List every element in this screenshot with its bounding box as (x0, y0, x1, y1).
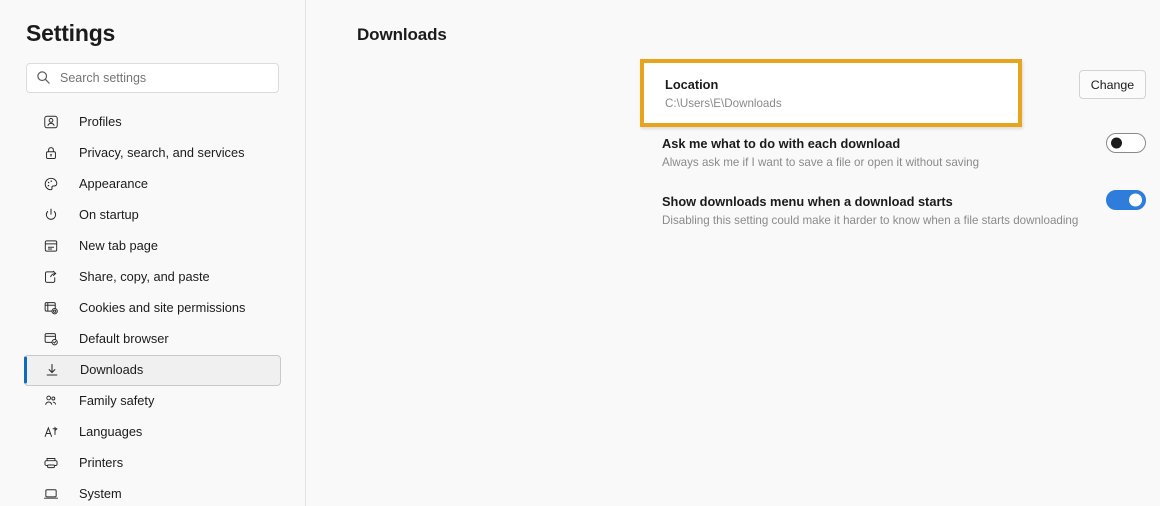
sidebar-item-label: Cookies and site permissions (79, 299, 246, 315)
search-icon (35, 70, 51, 86)
toggle-knob (1111, 137, 1122, 149)
palette-icon (42, 176, 59, 193)
sidebar-item-system[interactable]: System (24, 479, 281, 506)
location-title: Location (665, 77, 719, 92)
family-people-icon (42, 393, 59, 410)
sidebar-item-label: Default browser (79, 330, 169, 346)
sidebar-item-label: Family safety (79, 392, 155, 408)
sidebar-item-label: Printers (79, 454, 124, 470)
sidebar-item-label: On startup (79, 206, 139, 222)
settings-nav: Profiles Privacy, search, and services A… (0, 107, 305, 506)
ask-each-download-texts: Ask me what to do with each download Alw… (662, 135, 979, 171)
laptop-icon (42, 486, 59, 503)
page-heading-settings: Settings (26, 20, 116, 46)
sidebar-item-family-safety[interactable]: Family safety (24, 386, 281, 417)
lock-icon (42, 145, 59, 162)
download-location-row[interactable]: Location C:\Users\E\Downloads (644, 63, 1018, 123)
sidebar-item-share-copy-paste[interactable]: Share, copy, and paste (24, 262, 281, 293)
sidebar-item-downloads[interactable]: Downloads (24, 354, 281, 386)
sidebar-item-label: Languages (79, 423, 143, 439)
show-downloads-menu-description: Disabling this setting could make it har… (662, 214, 1079, 228)
settings-window: Settings Profiles (0, 0, 1160, 506)
sidebar-item-label: New tab page (79, 237, 158, 253)
page-title: Downloads (357, 25, 447, 44)
ask-each-download-row: Ask me what to do with each download Alw… (662, 135, 1160, 171)
printer-icon (42, 455, 59, 472)
show-downloads-menu-title: Show downloads menu when a download star… (662, 194, 953, 209)
show-downloads-menu-toggle[interactable] (1106, 190, 1146, 210)
cookies-gear-icon (42, 300, 59, 317)
sidebar-item-label: Downloads (80, 361, 144, 377)
new-tab-page-icon (42, 238, 59, 255)
search-settings-box[interactable] (26, 62, 279, 93)
sidebar-item-profiles[interactable]: Profiles (24, 107, 281, 138)
languages-icon (42, 424, 59, 441)
sidebar-item-cookies-and-site-permissions[interactable]: Cookies and site permissions (24, 293, 281, 324)
location-path-value: C:\Users\E\Downloads (665, 97, 782, 111)
show-downloads-menu-row: Show downloads menu when a download star… (662, 193, 1160, 229)
search-input[interactable] (60, 63, 270, 92)
toggle-knob (1129, 193, 1142, 207)
sidebar-item-label: Privacy, search, and services (79, 144, 245, 160)
ask-each-download-title: Ask me what to do with each download (662, 136, 901, 151)
sidebar-item-on-startup[interactable]: On startup (24, 200, 281, 231)
sidebar-item-label: Profiles (79, 113, 122, 129)
profile-card-icon (42, 114, 59, 131)
ask-each-download-description: Always ask me if I want to save a file o… (662, 156, 980, 170)
sidebar-item-appearance[interactable]: Appearance (24, 169, 281, 200)
sidebar: Settings Profiles (0, 0, 306, 506)
sidebar-item-privacy-search-services[interactable]: Privacy, search, and services (24, 138, 281, 169)
power-icon (42, 207, 59, 224)
sidebar-item-label: Appearance (79, 175, 149, 191)
download-arrow-icon (43, 362, 60, 379)
share-icon (42, 269, 59, 286)
sidebar-item-label: System (79, 485, 122, 501)
change-location-button[interactable]: Change (1079, 70, 1146, 99)
show-downloads-menu-texts: Show downloads menu when a download star… (662, 193, 1078, 229)
sidebar-item-new-tab-page[interactable]: New tab page (24, 231, 281, 262)
download-location-row-highlight[interactable]: Location C:\Users\E\Downloads (640, 59, 1022, 127)
sidebar-item-label: Share, copy, and paste (79, 268, 210, 284)
main-content: Downloads Location C:\Users\E\Downloads … (306, 0, 1160, 506)
browser-check-icon (42, 331, 59, 348)
sidebar-item-languages[interactable]: Languages (24, 417, 281, 448)
ask-each-download-toggle[interactable] (1106, 133, 1146, 153)
sidebar-item-printers[interactable]: Printers (24, 448, 281, 479)
sidebar-item-default-browser[interactable]: Default browser (24, 324, 281, 355)
